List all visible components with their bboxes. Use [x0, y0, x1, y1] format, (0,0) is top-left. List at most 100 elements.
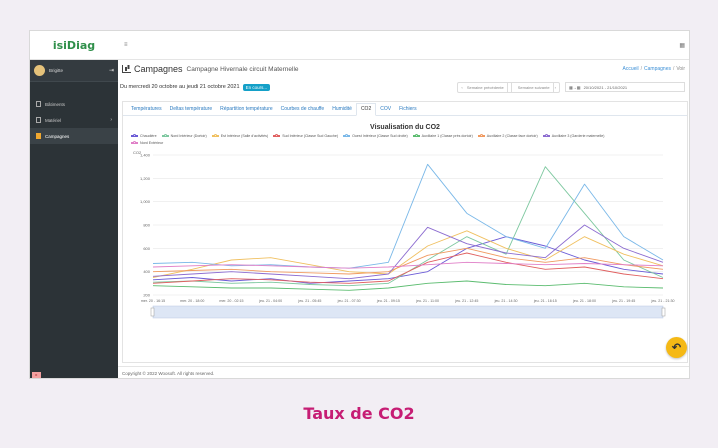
- legend-swatch: [131, 140, 138, 145]
- range-handle-right: [661, 307, 666, 317]
- page-subtitle: Campagne Hivernale circuit Maternelle: [186, 65, 299, 73]
- logout-icon[interactable]: ⇥: [109, 67, 114, 74]
- calendar-icon: ▦→▦: [569, 84, 581, 90]
- period-text: Du mercredi 20 octobre au jeudi 21 octob…: [120, 84, 240, 90]
- status-badge: En cours...: [242, 83, 271, 91]
- footer: Copyright © 2022 Woosoft. All rights res…: [118, 366, 689, 378]
- x-tick-label: mer. 20 - 02:15: [219, 299, 243, 303]
- tab-co2[interactable]: CO2: [355, 103, 377, 116]
- legend-item[interactable]: Auxiliaire 1 (Classe près dortoir): [412, 133, 473, 140]
- chart-legend: Chaudière Nord Intérieur (Dortoir) Est Int…: [131, 133, 631, 147]
- x-tick-label: jeu. 21 - 12:45: [454, 299, 478, 303]
- y-tick-label: 600: [143, 246, 150, 251]
- user-name: Brigitte: [49, 68, 64, 73]
- x-tick-label: mer. 20 - 18:00: [180, 299, 204, 303]
- legend-swatch: [542, 133, 550, 138]
- undo-arrow-icon: ↶: [671, 342, 682, 354]
- legend-item[interactable]: Est Intérieur (Salle d'activités): [211, 133, 268, 140]
- tab-temperatures[interactable]: Températures: [127, 106, 166, 115]
- sidebar-item-label: Matériel: [45, 117, 62, 123]
- legend-item[interactable]: Auxiliaire 3 (Garderie maternelle): [542, 133, 605, 140]
- legend-label: Auxiliaire 2 (Classe face dortoir): [486, 134, 538, 138]
- caption: Taux de CO2: [303, 404, 415, 423]
- chevron-right-icon: ›: [110, 117, 112, 123]
- y-tick-label: 800: [143, 223, 150, 228]
- y-tick-label: 200: [143, 293, 150, 298]
- x-tick-label: jeu. 21 - 05:45: [297, 299, 321, 303]
- legend-label: Nord Intérieur (Dortoir): [170, 134, 207, 138]
- tab-repartition-temperature[interactable]: Répartition température: [216, 106, 277, 115]
- y-tick-label: 400: [143, 269, 150, 274]
- tab-cov[interactable]: COV: [376, 106, 395, 115]
- tab-deltas-temperature[interactable]: Deltas température: [166, 106, 217, 115]
- x-tick-label: jeu. 21 - 16:15: [533, 299, 557, 303]
- legend-item[interactable]: Nord Extérieur: [131, 140, 163, 147]
- main-content: ≡ ▦ Campagnes Campagne Hivernale circuit…: [118, 31, 689, 378]
- legend-item[interactable]: Sud Intérieur (Classe Sud Gauche): [273, 133, 338, 140]
- x-tick-label: jeu. 21 - 14:30: [494, 299, 518, 303]
- x-tick-label: jeu. 21 - 11:00: [415, 299, 439, 303]
- legend-swatch: [477, 133, 485, 138]
- chart-panel: Températures Deltas température Répartit…: [122, 101, 688, 363]
- sidebar-item-materiel[interactable]: Matériel ›: [30, 112, 118, 128]
- tab-fichiers[interactable]: Fichiers: [395, 106, 421, 115]
- tab-humidite[interactable]: Humidité: [328, 106, 356, 115]
- legend-swatch: [161, 133, 169, 138]
- sidebar-nav: Bâtiments Matériel › Campagnes: [30, 96, 118, 144]
- apps-grid-icon[interactable]: ▦: [679, 42, 685, 49]
- prev-week-button[interactable]: ‹ Semaine précédente: [458, 82, 512, 92]
- app-window: isiDiag Brigitte ⇥ Bâtiments Matériel › C…: [29, 30, 690, 379]
- topbar: ≡ ▦: [118, 31, 689, 60]
- logo[interactable]: isiDiag: [30, 31, 118, 60]
- back-button[interactable]: ↶: [666, 337, 687, 358]
- range-navigator: [152, 305, 664, 319]
- legend-label: Auxiliaire 3 (Garderie maternelle): [551, 134, 605, 138]
- legend-swatch: [131, 133, 138, 138]
- sidebar: isiDiag Brigitte ⇥ Bâtiments Matériel › C…: [30, 31, 118, 378]
- legend-label: Auxiliaire 1 (Classe près dortoir): [421, 134, 473, 138]
- x-tick-label: jeu. 21 - 21:30: [651, 299, 675, 303]
- sidebar-item-label: Bâtiments: [45, 101, 66, 107]
- menu-toggle-icon[interactable]: ≡: [124, 42, 128, 48]
- flag-icon[interactable]: ▸: [32, 372, 41, 378]
- breadcrumb: Accueil / Campagnes / Voir: [622, 66, 686, 72]
- breadcrumb-current: Voir: [676, 66, 685, 72]
- legend-item[interactable]: Auxiliaire 2 (Classe face dortoir): [477, 133, 538, 140]
- legend-item[interactable]: Nord Intérieur (Dortoir): [161, 133, 207, 140]
- y-tick-label: 1,200: [140, 176, 151, 181]
- sidebar-item-batiments[interactable]: Bâtiments: [30, 96, 118, 112]
- series-line: [152, 247, 664, 275]
- series-line: [152, 224, 664, 280]
- legend-item[interactable]: Chaudière: [131, 133, 157, 140]
- breadcrumb-section[interactable]: Campagnes: [644, 66, 671, 72]
- legend-swatch: [211, 133, 219, 138]
- legend-swatch: [273, 133, 281, 138]
- series-line: [152, 252, 664, 284]
- legend-item[interactable]: Ouest Intérieur (Classe Sud droite): [343, 133, 408, 140]
- building-icon: [36, 101, 41, 107]
- legend-swatch: [412, 133, 420, 138]
- device-icon: [36, 117, 41, 123]
- bar-chart-icon: [122, 65, 131, 73]
- avatar[interactable]: [34, 65, 45, 76]
- series-line: [152, 280, 664, 291]
- date-row: Du mercredi 20 octobre au jeudi 21 octob…: [120, 81, 685, 93]
- date-range-value: 20/10/2021 - 21/10/2021: [583, 84, 628, 90]
- sidebar-item-campagnes[interactable]: Campagnes: [30, 128, 118, 144]
- tab-courbes-de-chauffe[interactable]: Courbes de chauffe: [277, 106, 329, 115]
- series-line: [152, 230, 664, 278]
- sidebar-item-label: Campagnes: [45, 133, 70, 139]
- x-tick-label: jeu. 21 - 18:00: [572, 299, 596, 303]
- breadcrumb-home[interactable]: Accueil: [623, 66, 639, 72]
- x-tick-label: jeu. 21 - 09:15: [376, 299, 400, 303]
- page-title: Campagnes: [134, 64, 183, 74]
- title-row: Campagnes Campagne Hivernale circuit Mat…: [122, 63, 685, 75]
- date-range-input[interactable]: ▦→▦ 20/10/2021 - 21/10/2021: [565, 82, 685, 92]
- x-tick-label: jeu. 21 - 04:00: [258, 299, 282, 303]
- x-tick-label: mer. 20 - 16:15: [141, 299, 165, 303]
- legend-label: Sud Intérieur (Classe Sud Gauche): [282, 134, 339, 138]
- y-tick-label: 1,400: [140, 153, 151, 158]
- next-week-button[interactable]: Semaine suivante ›: [512, 82, 559, 92]
- legend-label: Ouest Intérieur (Classe Sud droite): [352, 134, 408, 138]
- x-tick-label: jeu. 21 - 19:45: [611, 299, 635, 303]
